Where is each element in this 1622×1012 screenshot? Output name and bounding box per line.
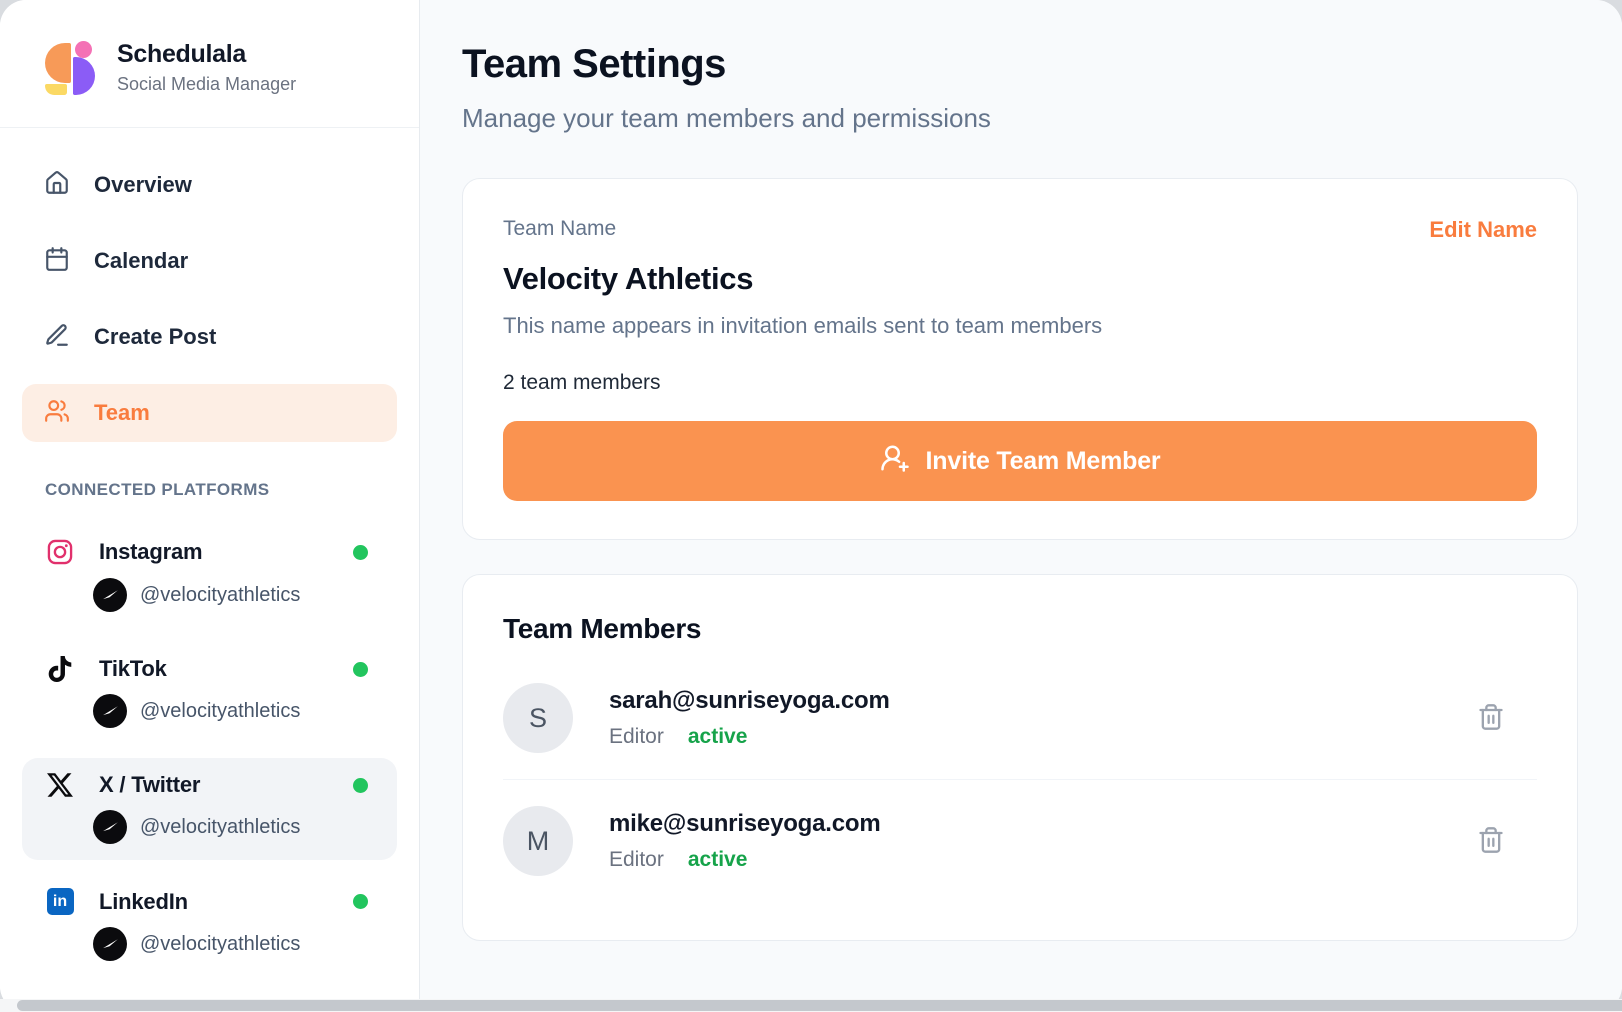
sidebar-item-label: Team (94, 400, 150, 426)
logo-yellow-shape (45, 84, 67, 95)
connected-status-dot (353, 778, 368, 793)
horizontal-scrollbar-thumb[interactable] (17, 1000, 1622, 1011)
sidebar-item-team[interactable]: Team (22, 384, 397, 442)
platform-name: X / Twitter (99, 772, 329, 798)
connected-platforms-heading: CONNECTED PLATFORMS (22, 480, 397, 500)
page-title: Team Settings (462, 42, 1578, 87)
app-window: Schedulala Social Media Manager Overview (0, 0, 1622, 1012)
sidebar-item-calendar[interactable]: Calendar (22, 232, 397, 290)
app-title-block: Schedulala Social Media Manager (117, 40, 296, 95)
platform-instagram[interactable]: Instagram @velocityathletics (22, 524, 397, 628)
platform-handle: @velocityathletics (140, 700, 300, 723)
velocity-swoosh-icon (93, 694, 127, 728)
member-role: Editor (609, 725, 664, 749)
sidebar: Schedulala Social Media Manager Overview (0, 0, 420, 1012)
app-name: Schedulala (117, 40, 296, 69)
platform-name: LinkedIn (99, 889, 329, 915)
velocity-swoosh-icon (93, 578, 127, 612)
logo-orange-shape (45, 43, 71, 83)
team-name-label: Team Name (503, 217, 616, 241)
platform-handle: @velocityathletics (140, 933, 300, 956)
team-members-title: Team Members (503, 613, 1537, 645)
team-members-card: Team Members S sarah@sunriseyoga.com Edi… (462, 574, 1578, 941)
delete-member-button[interactable] (1473, 822, 1509, 861)
invite-button-label: Invite Team Member (926, 447, 1161, 476)
platform-name: Instagram (99, 539, 329, 565)
platform-handle: @velocityathletics (140, 816, 300, 839)
member-row: S sarah@sunriseyoga.com Editor active (503, 657, 1537, 780)
sidebar-item-label: Create Post (94, 324, 216, 350)
sidebar-item-create-post[interactable]: Create Post (22, 308, 397, 366)
avatar: M (503, 806, 573, 876)
team-name-card: Team Name Edit Name Velocity Athletics T… (462, 178, 1578, 540)
velocity-swoosh-icon (93, 810, 127, 844)
invite-team-member-button[interactable]: Invite Team Member (503, 421, 1537, 501)
sidebar-nav: Overview Calendar (0, 128, 419, 466)
member-role: Editor (609, 848, 664, 872)
connected-status-dot (353, 894, 368, 909)
team-name-value: Velocity Athletics (503, 261, 1537, 297)
app-tagline: Social Media Manager (117, 74, 296, 95)
connected-platforms-section: CONNECTED PLATFORMS Instagram (0, 466, 419, 991)
platform-name: TikTok (99, 656, 329, 682)
avatar: S (503, 683, 573, 753)
calendar-icon (44, 246, 70, 277)
member-row: M mike@sunriseyoga.com Editor active (503, 780, 1537, 902)
velocity-swoosh-icon (93, 927, 127, 961)
sidebar-item-label: Calendar (94, 248, 188, 274)
trash-icon (1477, 719, 1505, 734)
team-name-description: This name appears in invitation emails s… (503, 313, 1537, 339)
member-email: sarah@sunriseyoga.com (609, 687, 1453, 715)
sidebar-item-label: Overview (94, 172, 192, 198)
member-email: mike@sunriseyoga.com (609, 810, 1453, 838)
platform-linkedin[interactable]: in LinkedIn @velocityathletics (22, 874, 397, 977)
main-content: Team Settings Manage your team members a… (420, 0, 1622, 1012)
member-status-badge: active (688, 725, 748, 749)
platform-handle: @velocityathletics (140, 584, 300, 607)
member-status-badge: active (688, 848, 748, 872)
logo-pink-shape (75, 41, 92, 58)
app-logo-section: Schedulala Social Media Manager (0, 0, 419, 128)
instagram-icon (45, 538, 75, 566)
connected-status-dot (353, 545, 368, 560)
sidebar-item-overview[interactable]: Overview (22, 156, 397, 214)
connected-status-dot (353, 662, 368, 677)
trash-icon (1477, 842, 1505, 857)
edit-name-link[interactable]: Edit Name (1429, 217, 1537, 243)
horizontal-scrollbar (0, 999, 1622, 1012)
pencil-icon (44, 322, 70, 353)
linkedin-icon: in (45, 888, 75, 915)
app-logo-icon (45, 41, 97, 95)
logo-purple-shape (73, 57, 95, 95)
users-icon (44, 398, 70, 429)
team-member-count: 2 team members (503, 371, 1537, 395)
page-subtitle: Manage your team members and permissions (462, 103, 1578, 134)
platform-tiktok[interactable]: TikTok @velocityathletics (22, 642, 397, 744)
user-plus-icon (880, 443, 910, 480)
platform-x-twitter[interactable]: X / Twitter @velocityathletics (22, 758, 397, 860)
home-icon (44, 170, 70, 201)
x-twitter-icon (45, 772, 75, 798)
delete-member-button[interactable] (1473, 699, 1509, 738)
tiktok-icon (45, 656, 75, 682)
